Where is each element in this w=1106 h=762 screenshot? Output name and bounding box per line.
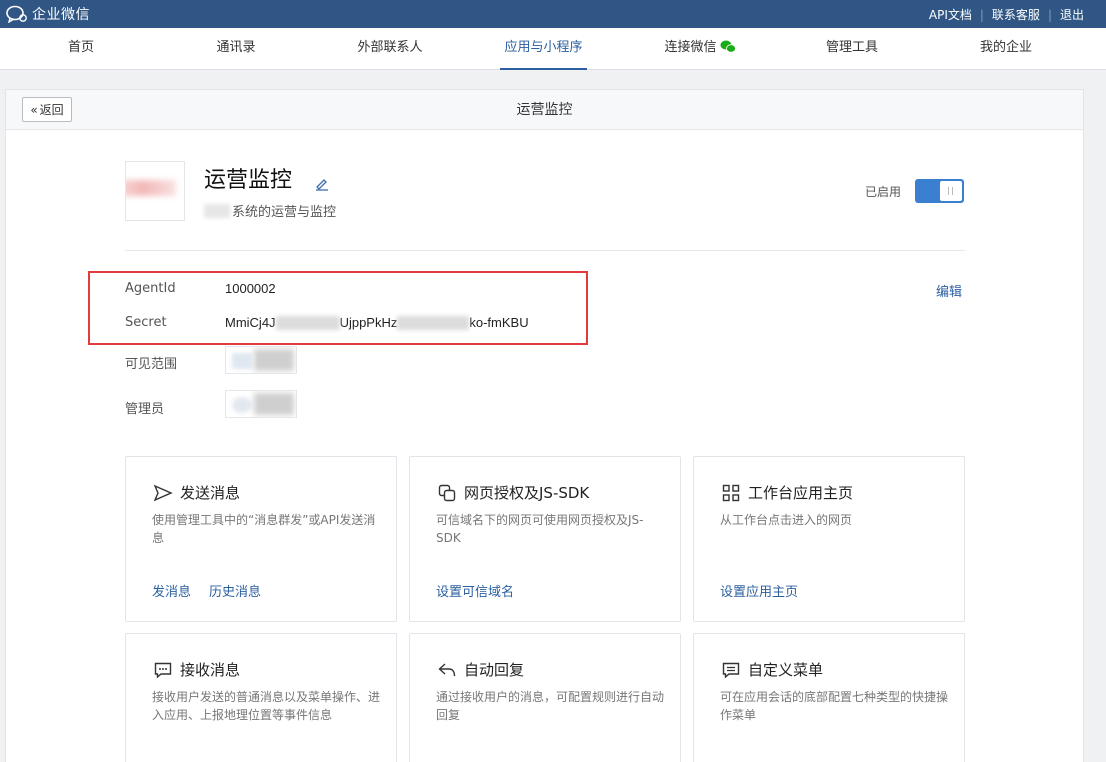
card-links: 设置应用主页	[720, 581, 816, 600]
set-app-homepage-link[interactable]: 设置应用主页	[720, 581, 798, 600]
nav-apps[interactable]: 应用与小程序	[500, 28, 587, 70]
toggle-knob	[940, 181, 962, 201]
separator: |	[1047, 7, 1052, 22]
visible-scope-chip[interactable]	[225, 346, 297, 374]
card-links: 设置可信域名	[436, 581, 532, 600]
back-button[interactable]: « 返回	[22, 97, 72, 122]
set-trusted-domain-link[interactable]: 设置可信域名	[436, 581, 514, 600]
message-icon	[154, 662, 172, 679]
nav-external-contacts[interactable]: 外部联系人	[352, 28, 428, 70]
pencil-icon[interactable]	[314, 175, 330, 191]
page-title: 运营监控	[516, 102, 573, 118]
app-description-text: 系统的运营与监控	[232, 205, 337, 220]
card-links: 发消息 历史消息	[152, 581, 279, 600]
separator: |	[979, 7, 984, 22]
enabled-status-label: 已启用	[865, 185, 902, 199]
copy-icon	[438, 484, 456, 502]
menu-icon	[722, 662, 740, 679]
card-title: 自定义菜单	[748, 661, 824, 679]
chat-bubble-icon	[6, 5, 27, 23]
nav-my-company[interactable]: 我的企业	[976, 28, 1036, 70]
card-title: 发送消息	[180, 484, 241, 502]
app-description: 系统的运营与监控	[204, 201, 336, 220]
admin-label: 管理员	[125, 402, 165, 417]
double-chevron-left-icon: «	[30, 102, 38, 117]
card-description: 从工作台点击进入的网页	[720, 513, 853, 527]
main-nav: 首页 通讯录 外部联系人 应用与小程序 连接微信 管理工具 我的企业	[0, 28, 1106, 70]
card-web-auth-jssdk: 网页授权及JS-SDK 可信域名下的网页可使用网页授权及JS-SDK 设置可信域…	[409, 456, 681, 622]
card-auto-reply: 自动回复 通过接收用户的消息，可配置规则进行自动回复	[409, 633, 681, 762]
card-custom-menu: 自定义菜单 可在应用会话的底部配置七种类型的快捷操作菜单	[693, 633, 965, 762]
nav-home[interactable]: 首页	[60, 28, 102, 70]
divider	[125, 250, 965, 251]
visible-scope-label: 可见范围	[125, 357, 178, 372]
edit-link[interactable]: 编辑	[936, 281, 962, 300]
enable-toggle[interactable]	[915, 179, 964, 203]
top-bar: 企业微信 API文档 | 联系客服 | 退出	[0, 0, 1106, 28]
app-name: 运营监控	[204, 168, 293, 193]
reply-icon	[438, 663, 456, 677]
send-message-link[interactable]: 发消息	[152, 581, 191, 600]
panel-header: 运营监控 « 返回	[6, 90, 1083, 130]
admin-chip[interactable]	[225, 390, 297, 418]
card-description: 通过接收用户的消息，可配置规则进行自动回复	[436, 690, 665, 722]
card-title: 自动回复	[464, 661, 525, 679]
highlight-box	[88, 271, 588, 345]
back-button-label: 返回	[39, 103, 64, 117]
redacted-text	[204, 203, 230, 218]
card-title: 接收消息	[180, 661, 241, 679]
send-icon	[153, 484, 173, 502]
card-workbench-homepage: 工作台应用主页 从工作台点击进入的网页 设置应用主页	[693, 456, 965, 622]
card-receive-message: 接收消息 接收用户发送的普通消息以及菜单操作、进入应用、上报地理位置等事件信息	[125, 633, 397, 762]
card-description: 使用管理工具中的“消息群发”或API发送消息	[152, 513, 376, 545]
nav-contacts[interactable]: 通讯录	[212, 28, 260, 70]
card-send-message: 发送消息 使用管理工具中的“消息群发”或API发送消息 发消息 历史消息	[125, 456, 397, 622]
wechat-icon	[720, 40, 736, 53]
message-history-link[interactable]: 历史消息	[209, 581, 261, 600]
app-detail-panel: 运营监控 « 返回 运营监控 系统的运营与监控 已启用 AgentId 1000…	[5, 89, 1084, 762]
nav-connect-wechat[interactable]: 连接微信	[656, 28, 744, 70]
card-title: 工作台应用主页	[748, 484, 854, 502]
brand-name: 企业微信	[32, 7, 90, 23]
card-title: 网页授权及JS-SDK	[464, 484, 590, 502]
logout-link[interactable]: 退出	[1060, 6, 1084, 23]
app-logo[interactable]	[125, 161, 185, 221]
card-description: 可在应用会话的底部配置七种类型的快捷操作菜单	[720, 690, 949, 722]
card-description: 接收用户发送的普通消息以及菜单操作、进入应用、上报地理位置等事件信息	[152, 690, 381, 722]
brand-logo[interactable]: 企业微信	[6, 4, 90, 24]
grid-icon	[722, 484, 740, 502]
api-docs-link[interactable]: API文档	[929, 6, 972, 23]
contact-support-link[interactable]: 联系客服	[992, 6, 1040, 23]
nav-admin-tools[interactable]: 管理工具	[822, 28, 882, 70]
top-links: API文档 | 联系客服 | 退出	[929, 6, 1084, 23]
card-description: 可信域名下的网页可使用网页授权及JS-SDK	[436, 513, 644, 545]
nav-connect-wechat-label: 连接微信	[664, 40, 717, 55]
